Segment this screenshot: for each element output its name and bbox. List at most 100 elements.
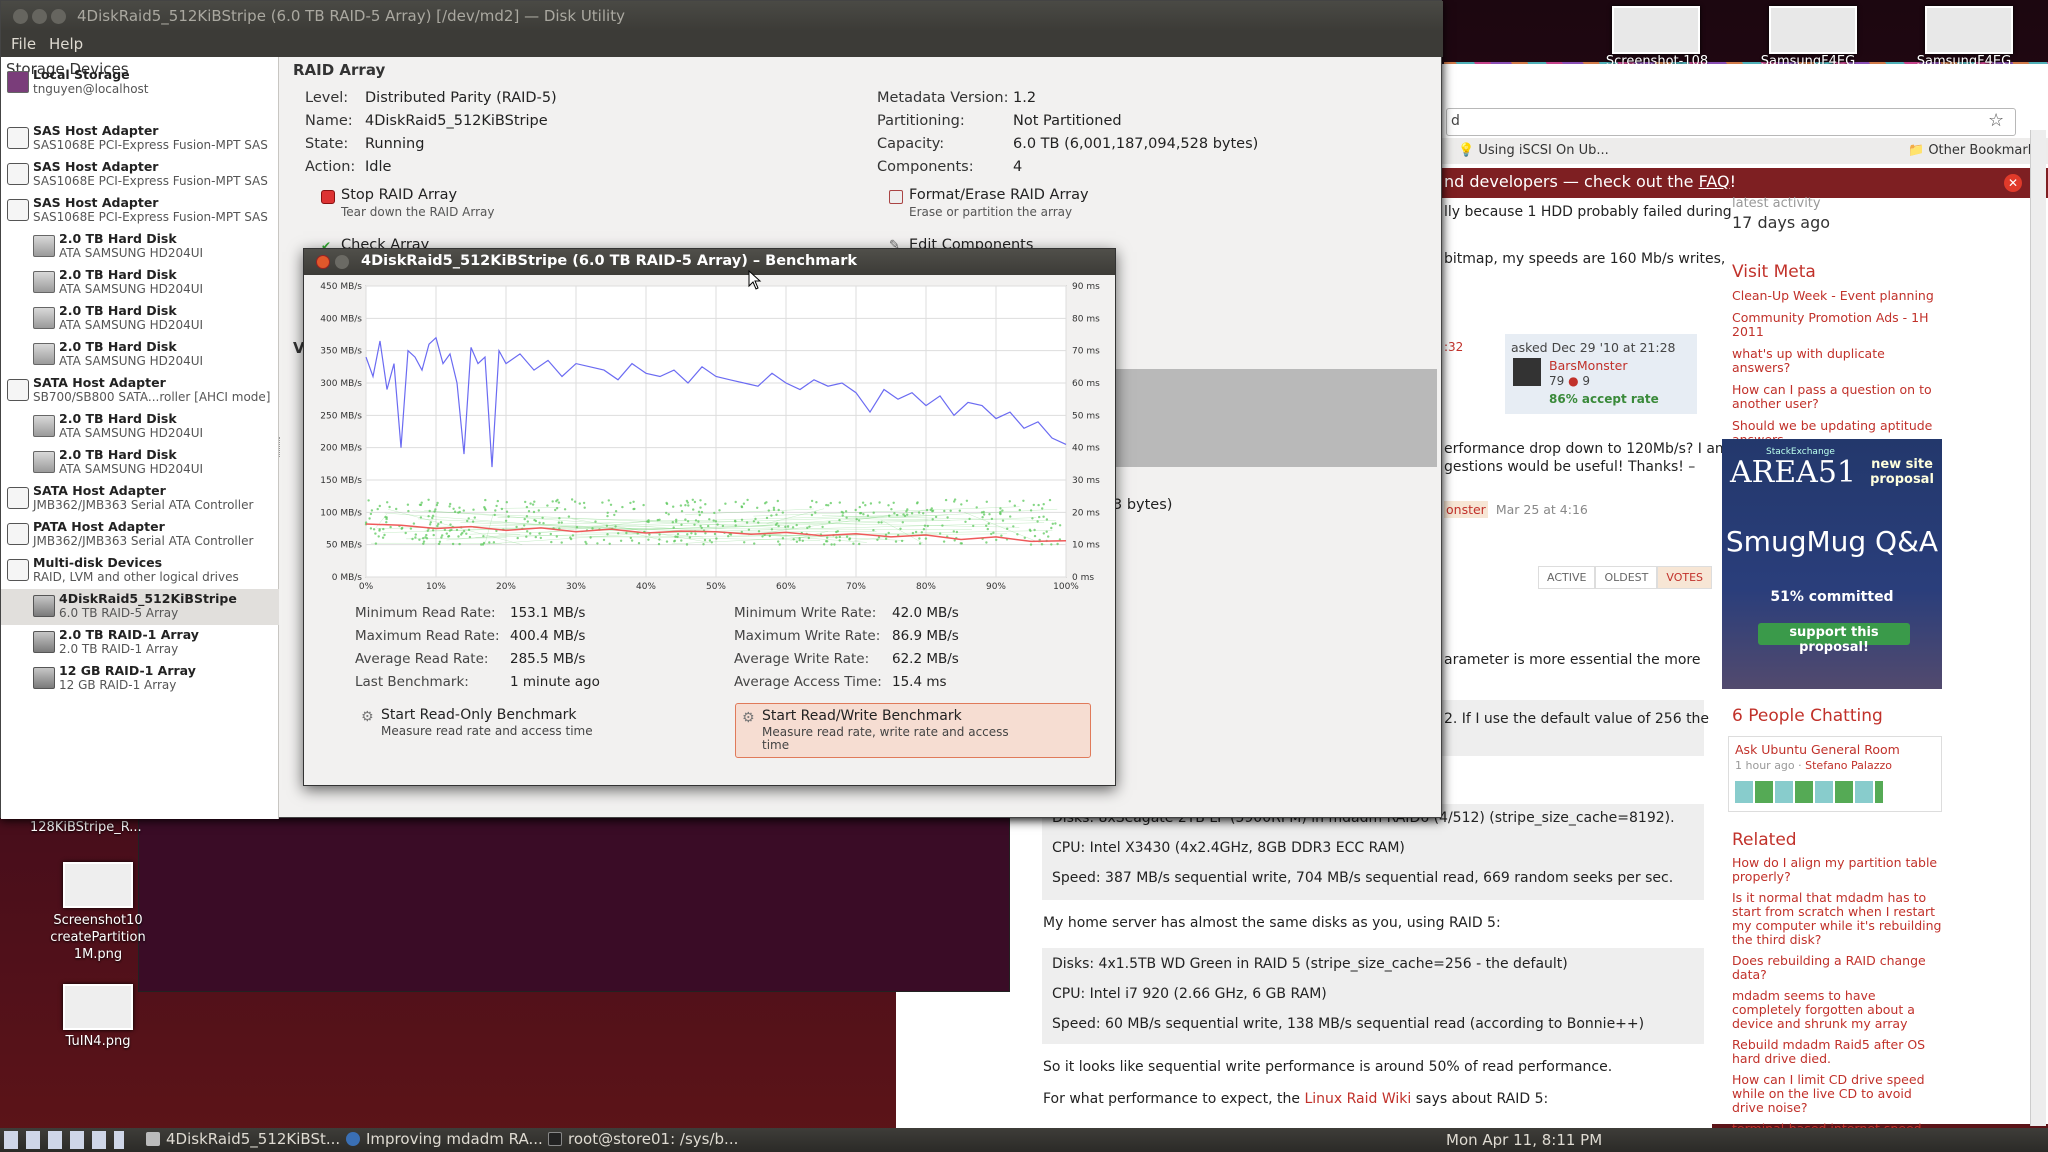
related-link[interactable]: How do I align my partition table proper… xyxy=(1732,856,1944,884)
minimize-window-icon[interactable] xyxy=(32,9,47,24)
sidebar-item-14[interactable]: 4DiskRaid5_512KiBStripe 6.0 TB RAID-5 Arr… xyxy=(1,589,279,625)
access-time-point xyxy=(838,501,841,504)
url-bar[interactable]: d xyxy=(1446,108,2016,136)
sidebar-item-6[interactable]: 2.0 TB Hard Disk ATA SAMSUNG HD204UI xyxy=(1,301,279,337)
sidebar-item-1[interactable]: SAS Host Adapter SAS1068E PCI-Express Fus… xyxy=(1,121,279,157)
read-write-sub: Measure read rate, write rate and access… xyxy=(762,726,1009,752)
meta-link[interactable]: what's up with duplicate answers? xyxy=(1732,347,1942,375)
user-avatar[interactable] xyxy=(1513,358,1541,386)
close-notice-icon[interactable]: ✕ xyxy=(2004,174,2022,192)
access-time-point xyxy=(1051,522,1054,525)
sidebar-item-11[interactable]: SATA Host Adapter JMB362/JMB363 Serial AT… xyxy=(1,481,279,517)
faq-link[interactable]: FAQ xyxy=(1699,172,1730,191)
access-time-point xyxy=(414,536,417,539)
start-read-only-benchmark-button[interactable]: ⚙ Start Read-Only Benchmark Measure read… xyxy=(355,703,655,758)
menu-help[interactable]: Help xyxy=(49,35,83,53)
desktop-icon-screenshot[interactable] xyxy=(63,862,133,908)
access-time-point xyxy=(1031,517,1034,520)
comment-link-time[interactable]: :32 xyxy=(1444,340,1463,354)
access-time-point xyxy=(815,501,818,504)
sidebar-item-name: Local Storage xyxy=(33,67,130,82)
maximize-window-icon[interactable] xyxy=(51,9,66,24)
related-link[interactable]: Rebuild mdadm Raid5 after OS hard drive … xyxy=(1732,1038,1944,1066)
meta-link[interactable]: Community Promotion Ads - 1H 2011 xyxy=(1732,311,1942,339)
access-time-point xyxy=(376,507,379,511)
desktop-thumb-1[interactable] xyxy=(1612,6,1700,54)
task-disk-utility[interactable]: 4DiskRaid5_512KiBSt... xyxy=(146,1130,340,1150)
sidebar-item-4[interactable]: 2.0 TB Hard Disk ATA SAMSUNG HD204UI xyxy=(1,229,279,265)
access-time-point xyxy=(369,512,373,516)
access-time-point xyxy=(1001,509,1004,512)
area51-support-button[interactable]: support this proposal! xyxy=(1758,623,1910,655)
minimize-dialog-icon[interactable] xyxy=(335,255,349,269)
close-window-icon[interactable] xyxy=(13,9,28,24)
sidebar-item-7[interactable]: 2.0 TB Hard Disk ATA SAMSUNG HD204UI xyxy=(1,337,279,373)
access-time-point xyxy=(745,521,749,524)
access-time-point xyxy=(844,510,848,513)
format-icon xyxy=(889,190,903,204)
access-time-point xyxy=(1041,507,1044,510)
access-time-point xyxy=(753,542,756,545)
stop-raid-button[interactable]: Stop RAID Array Tear down the RAID Array xyxy=(321,187,541,227)
area51-ad[interactable]: StackExchange AREA51 new site proposal S… xyxy=(1722,439,1942,689)
access-time-point xyxy=(539,536,542,540)
chat-room-link[interactable]: Ask Ubuntu General Room xyxy=(1735,743,1900,757)
related-link[interactable]: Does rebuilding a RAID change data? xyxy=(1732,954,1944,982)
sidebar-item-9[interactable]: 2.0 TB Hard Disk ATA SAMSUNG HD204UI xyxy=(1,409,279,445)
access-time-point xyxy=(776,499,779,503)
menu-file[interactable]: File xyxy=(11,35,36,53)
other-bookmarks[interactable]: 📁 Other Bookmarks xyxy=(1908,143,2042,158)
format-raid-button[interactable]: Format/Erase RAID Array Erase or partiti… xyxy=(889,187,1129,227)
sidebar-item-name: 12 GB RAID-1 Array xyxy=(59,663,196,678)
access-time-point xyxy=(864,504,867,507)
hba-icon xyxy=(7,163,29,185)
related-link[interactable]: How can I limit CD drive speed while on … xyxy=(1732,1073,1944,1115)
sidebar-item-10[interactable]: 2.0 TB Hard Disk ATA SAMSUNG HD204UI xyxy=(1,445,279,481)
desktop-thumb-2[interactable] xyxy=(1769,6,1857,54)
access-time-point xyxy=(526,530,529,533)
access-time-point xyxy=(374,532,377,535)
access-time-point xyxy=(1042,503,1045,506)
sidebar-item-2[interactable]: SAS Host Adapter SAS1068E PCI-Express Fus… xyxy=(1,157,279,193)
tab-active[interactable]: ACTIVE xyxy=(1538,566,1596,589)
asked-user-link[interactable]: BarsMonster xyxy=(1549,358,1628,373)
start-read-write-benchmark-button[interactable]: ⚙ Start Read/Write Benchmark Measure rea… xyxy=(735,703,1091,758)
clock[interactable]: Mon Apr 11, 8:11 PM xyxy=(1446,1131,1602,1149)
tab-oldest[interactable]: OLDEST xyxy=(1595,566,1658,589)
linux-raid-wiki-link[interactable]: Linux Raid Wiki xyxy=(1304,1091,1411,1107)
sidebar-item-5[interactable]: 2.0 TB Hard Disk ATA SAMSUNG HD204UI xyxy=(1,265,279,301)
browser-scrollbar[interactable] xyxy=(2030,130,2046,1126)
tab-votes[interactable]: VOTES xyxy=(1657,566,1713,589)
meta-link[interactable]: Clean-Up Week - Event planning xyxy=(1732,289,1942,303)
access-time-point xyxy=(647,538,650,541)
sidebar-item-12[interactable]: PATA Host Adapter JMB362/JMB363 Serial AT… xyxy=(1,517,279,553)
bookmark-star-icon[interactable]: ☆ xyxy=(1988,110,2004,131)
access-time-point xyxy=(743,541,746,544)
task-browser[interactable]: Improving mdadm RA... xyxy=(346,1130,543,1150)
sidebar-item-3[interactable]: SAS Host Adapter SAS1068E PCI-Express Fus… xyxy=(1,193,279,229)
related-link[interactable]: Is it normal that mdadm has to start fro… xyxy=(1732,891,1944,947)
sidebar-item-13[interactable]: Multi-disk Devices RAID, LVM and other lo… xyxy=(1,553,279,589)
related-link[interactable]: mdadm seems to have completely forgotten… xyxy=(1732,989,1944,1031)
access-time-point xyxy=(781,511,784,514)
sidebar-item-15[interactable]: 2.0 TB RAID-1 Array 2.0 TB RAID-1 Array xyxy=(1,625,279,661)
meta-link[interactable]: How can I pass a question on to another … xyxy=(1732,383,1942,411)
close-dialog-icon[interactable] xyxy=(316,255,330,269)
desktop-icon-tuin4[interactable] xyxy=(63,984,133,1030)
comment-user-link[interactable]: onster xyxy=(1444,501,1488,518)
app-launcher-icons[interactable] xyxy=(4,1131,124,1149)
sidebar-item-0[interactable]: Local Storage tnguyen@localhost xyxy=(1,65,279,101)
sidebar-item-8[interactable]: SATA Host Adapter SB700/SB800 SATA...roll… xyxy=(1,373,279,409)
access-time-point xyxy=(693,500,697,504)
sidebar-splitter[interactable] xyxy=(279,437,283,457)
bookmark-item[interactable]: 💡 Using iSCSI On Ub... xyxy=(1458,143,1609,158)
access-time-point xyxy=(987,522,990,525)
sidebar-item-16[interactable]: 12 GB RAID-1 Array 12 GB RAID-1 Array xyxy=(1,661,279,697)
chat-box[interactable]: Ask Ubuntu General Room 1 hour ago · Ste… xyxy=(1728,736,1942,812)
volume-graphic[interactable] xyxy=(1115,369,1437,467)
chat-user[interactable]: Stefano Palazzo xyxy=(1805,759,1892,772)
desktop-thumb-3[interactable] xyxy=(1925,6,2013,54)
task-terminal[interactable]: root@store01: /sys/b... xyxy=(548,1130,738,1150)
access-time-point xyxy=(377,535,380,538)
access-time-point xyxy=(740,505,743,508)
